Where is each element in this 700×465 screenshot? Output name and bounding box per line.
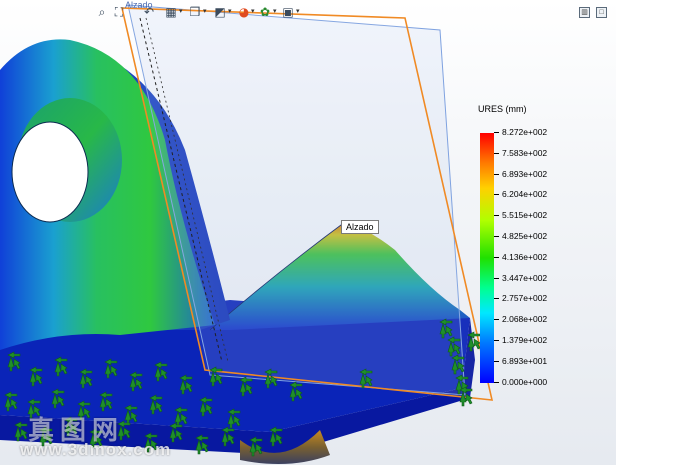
view-settings-dropdown-icon[interactable]: ▾ — [296, 7, 300, 15]
legend-tick — [494, 194, 499, 196]
right-margin — [616, 0, 700, 465]
view-orientation-icon[interactable]: ❒ — [188, 3, 202, 21]
legend-tick — [494, 360, 499, 362]
display-style-dropdown-icon[interactable]: ▾ — [228, 7, 232, 15]
legend-tick — [494, 319, 499, 321]
legend-tick — [494, 152, 499, 154]
legend-label: 4.136e+002 — [502, 251, 548, 262]
legend-label: 3.447e+002 — [502, 272, 548, 283]
fixture-arrow-icon — [195, 434, 209, 455]
legend-label: 5.515e+002 — [502, 210, 548, 221]
legend-tick — [494, 256, 499, 258]
maximize-window-icon[interactable]: □ — [596, 7, 607, 18]
legend-label: 1.379e+002 — [502, 335, 548, 345]
previous-view-icon[interactable]: ↶ — [142, 3, 156, 21]
legend-label: 6.893e+002 — [502, 168, 548, 179]
legend-tick — [494, 236, 499, 237]
legend-tick — [494, 215, 499, 217]
legend-label: 6.893e+001 — [502, 355, 548, 366]
edit-appearance-dropdown-icon[interactable]: ▾ — [251, 7, 255, 15]
apply-scene-dropdown-icon[interactable]: ▾ — [273, 7, 277, 15]
legend-label: 2.757e+002 — [502, 293, 548, 304]
fixture-arrow-icon — [459, 386, 473, 407]
legend-label: 6.204e+002 — [502, 189, 548, 200]
tile-windows-icon[interactable]: ▥ — [579, 7, 590, 18]
apply-scene-icon[interactable]: ✿ — [258, 3, 272, 21]
legend-label: 8.272e+002 — [502, 127, 548, 137]
legend-color-bar — [480, 133, 494, 383]
legend-label: 7.583e+002 — [502, 147, 548, 158]
lug-hole — [11, 121, 89, 223]
display-style-icon[interactable]: ◩ — [213, 3, 227, 21]
legend-tick — [494, 340, 499, 341]
view-settings-icon[interactable]: ▣ — [281, 3, 295, 21]
graphics-viewport[interactable]: Alzado ⌕ ⛶ ↶ ▦ ▾ ❒ ▾ ◩ ▾ ◕ ▾ ✿ ▾ ▣ ▾ ▥ □… — [0, 0, 616, 465]
legend-label: 4.825e+002 — [502, 231, 548, 241]
edit-appearance-icon[interactable]: ◕ — [237, 3, 251, 21]
legend-title: URES (mm) — [478, 104, 527, 114]
legend-label: 0.000e+000 — [502, 376, 548, 387]
legend-tick — [494, 132, 499, 133]
legend-tick — [494, 277, 499, 279]
legend-tick — [494, 173, 499, 175]
zoom-area-icon[interactable]: ⛶ — [112, 3, 126, 21]
section-view-dropdown-icon[interactable]: ▾ — [179, 7, 183, 15]
view-orientation-dropdown-icon[interactable]: ▾ — [203, 7, 207, 15]
watermark-url: www.3dmox.com — [20, 440, 172, 459]
legend-tick — [494, 298, 499, 300]
legend-tick — [494, 381, 499, 383]
section-view-icon[interactable]: ▦ — [164, 3, 178, 21]
zoom-to-fit-icon[interactable]: ⌕ — [95, 3, 109, 21]
plane-tooltip: Alzado — [341, 220, 379, 234]
legend-label: 2.068e+002 — [502, 314, 548, 325]
